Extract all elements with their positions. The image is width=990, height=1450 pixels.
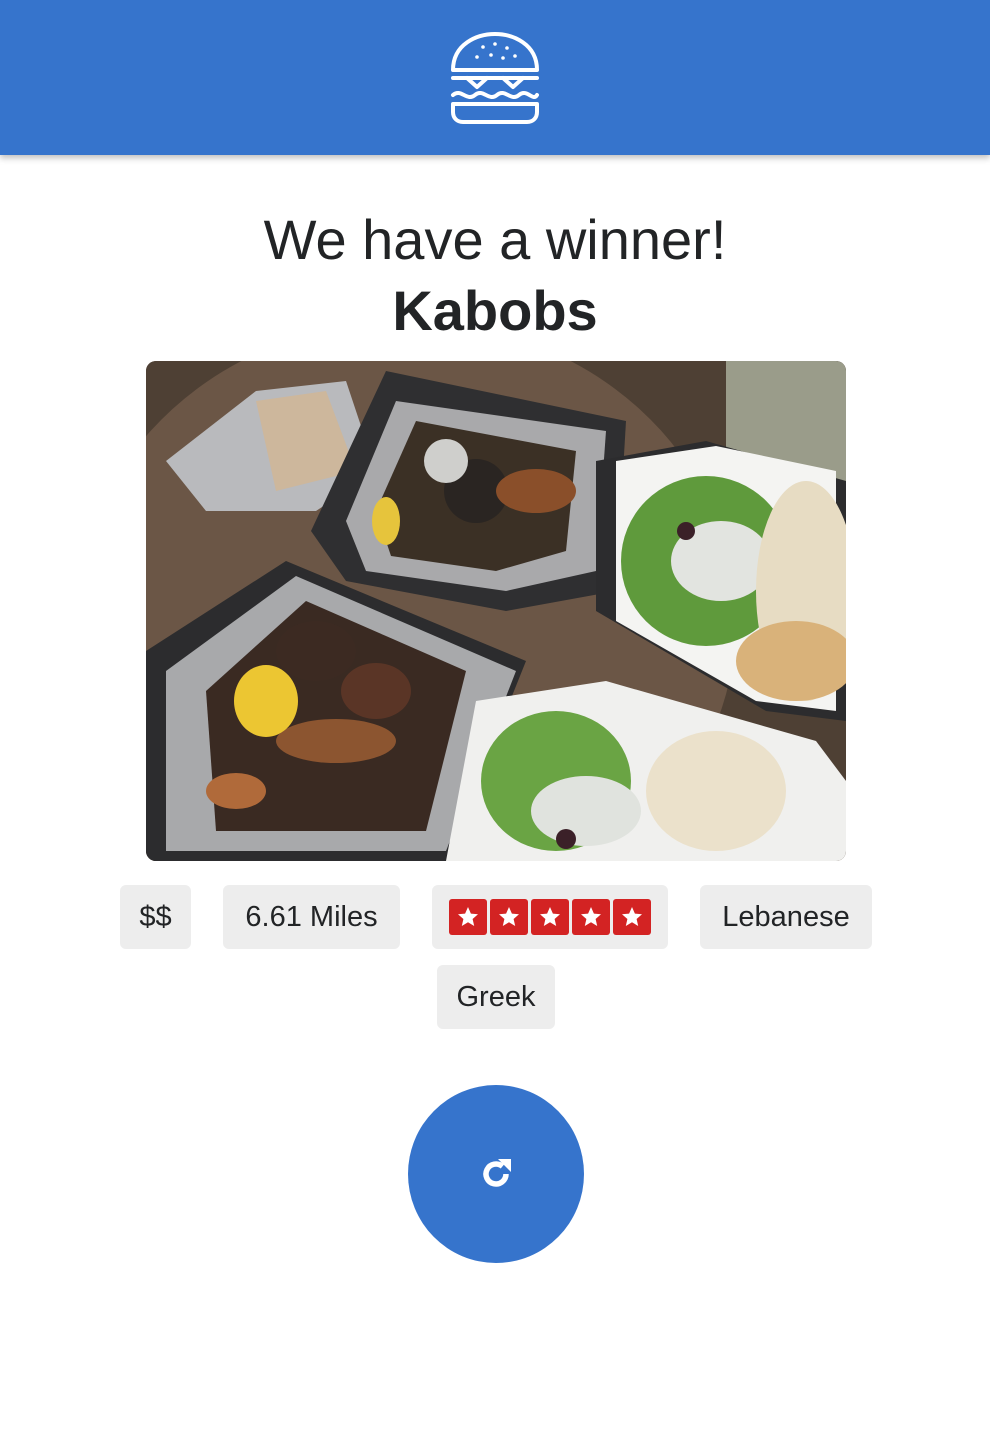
hamburger-icon bbox=[451, 31, 539, 124]
star-icon bbox=[572, 899, 610, 935]
star-icon bbox=[490, 899, 528, 935]
restaurant-name: Kabobs bbox=[392, 279, 598, 342]
star-rating bbox=[449, 899, 651, 935]
refresh-button[interactable] bbox=[408, 1085, 584, 1263]
food-photo bbox=[146, 361, 846, 861]
category-tag: Lebanese bbox=[700, 885, 872, 949]
star-icon bbox=[449, 899, 487, 935]
distance-tag: 6.61 Miles bbox=[223, 885, 400, 949]
rating-tag bbox=[432, 885, 668, 949]
price-tag: $$ bbox=[120, 885, 191, 949]
app-header bbox=[0, 0, 990, 155]
star-icon bbox=[613, 899, 651, 935]
winner-headline: We have a winner! bbox=[263, 208, 727, 271]
star-icon bbox=[531, 899, 569, 935]
refresh-icon bbox=[483, 1159, 511, 1187]
category-tag: Greek bbox=[437, 965, 555, 1029]
restaurant-photo bbox=[146, 361, 846, 861]
